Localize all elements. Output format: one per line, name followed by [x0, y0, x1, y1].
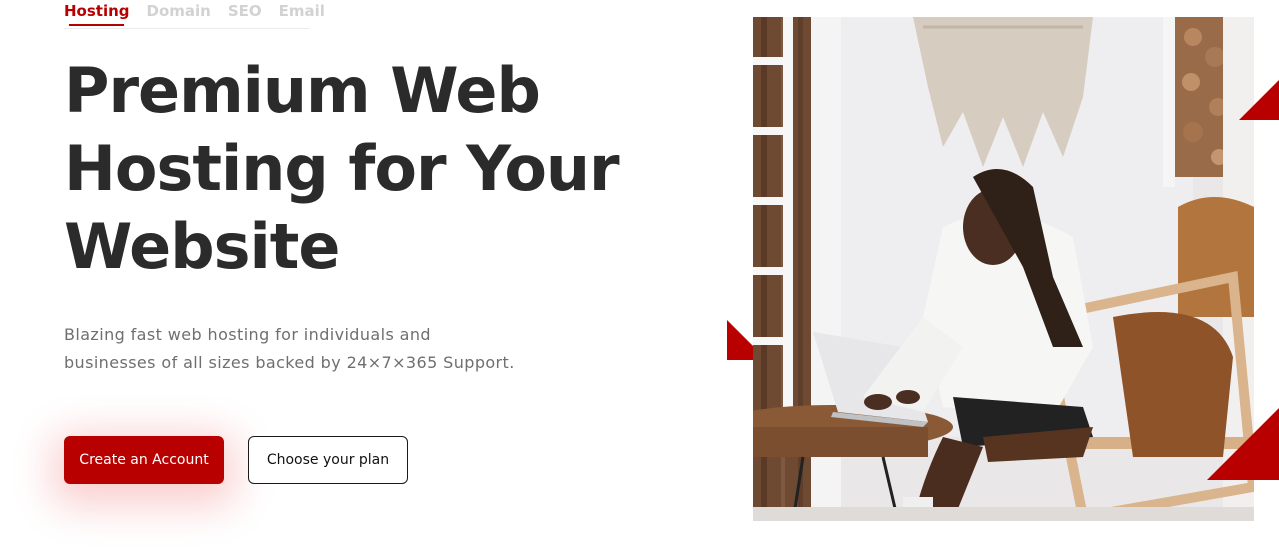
service-tabs: Hosting Domain SEO Email	[64, 2, 342, 26]
hero-photo	[753, 17, 1254, 521]
tab-domain[interactable]: Domain	[147, 2, 211, 26]
tabs-divider	[64, 28, 310, 29]
tab-seo[interactable]: SEO	[228, 2, 262, 26]
page-title: Premium Web Hosting for Your Website	[64, 52, 664, 286]
tab-hosting[interactable]: Hosting	[64, 2, 130, 26]
description-line-2: businesses of all sizes backed by 24×7×3…	[64, 353, 515, 372]
hero-section: Hosting Domain SEO Email Premium Web Hos…	[0, 0, 1279, 548]
choose-plan-button[interactable]: Choose your plan	[248, 436, 408, 484]
title-line-3: Website	[64, 210, 340, 283]
tab-email[interactable]: Email	[279, 2, 325, 26]
decorative-triangle-bottom-right	[1207, 408, 1279, 480]
description-line-1: Blazing fast web hosting for individuals…	[64, 325, 431, 344]
title-line-1: Premium Web	[64, 54, 541, 127]
create-account-button[interactable]: Create an Account	[64, 436, 224, 484]
title-line-2: Hosting for Your	[64, 132, 620, 205]
decorative-triangle-top-right	[1239, 80, 1279, 120]
woman-laptop-illustration	[753, 17, 1254, 521]
hero-description: Blazing fast web hosting for individuals…	[64, 321, 544, 377]
